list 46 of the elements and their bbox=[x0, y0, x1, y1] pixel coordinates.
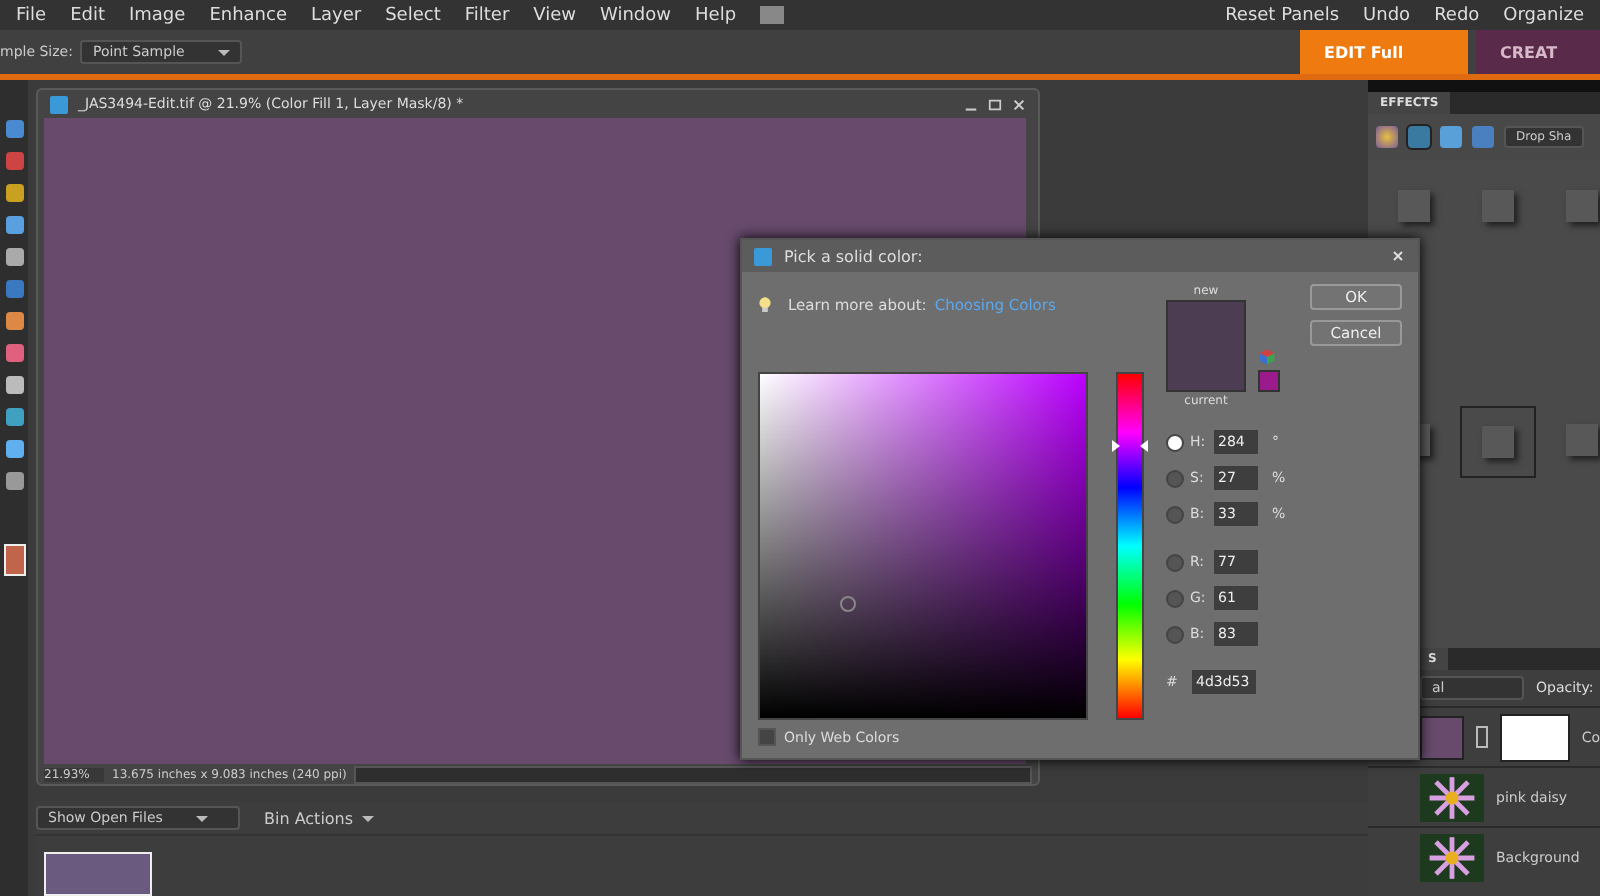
app-icon bbox=[754, 247, 772, 265]
layout-icon[interactable] bbox=[760, 6, 785, 24]
hue-spectrum-strip[interactable] bbox=[1116, 372, 1145, 720]
menu-item[interactable]: Image bbox=[129, 5, 186, 25]
toolbar-button[interactable]: Organize bbox=[1503, 5, 1584, 25]
menu-item[interactable]: Window bbox=[600, 5, 672, 25]
mode-tab[interactable]: CREAT bbox=[1476, 30, 1600, 74]
toolbar-button[interactable]: Undo bbox=[1363, 5, 1411, 25]
foreground-color-swatch[interactable] bbox=[3, 544, 25, 576]
radio-button[interactable] bbox=[1166, 505, 1184, 523]
close-icon[interactable] bbox=[1012, 97, 1026, 111]
color-marker[interactable] bbox=[840, 596, 857, 613]
bin-actions-menu[interactable]: Bin Actions bbox=[264, 809, 375, 827]
menu-item[interactable]: Layer bbox=[311, 5, 362, 25]
file-icon bbox=[50, 95, 68, 113]
color-preview-swatch bbox=[1166, 300, 1246, 392]
fill-color-thumbnail bbox=[1420, 715, 1465, 759]
toolbar-button[interactable]: Redo bbox=[1434, 5, 1480, 25]
radio-button[interactable] bbox=[1166, 433, 1184, 451]
menu-item[interactable]: View bbox=[533, 5, 577, 25]
only-web-colors-checkbox[interactable] bbox=[758, 728, 776, 746]
web-color-swatch[interactable] bbox=[1258, 370, 1280, 392]
menu-item[interactable]: Filter bbox=[464, 5, 510, 25]
menu-item[interactable]: Help bbox=[695, 5, 737, 25]
photo-placeholder[interactable] bbox=[44, 852, 152, 896]
menu-item[interactable]: Enhance bbox=[209, 5, 287, 25]
radio-button[interactable] bbox=[1166, 469, 1184, 487]
effect-thumbnail[interactable] bbox=[1460, 406, 1536, 478]
daisy-thumbnail bbox=[1420, 773, 1484, 821]
layer-mask-thumbnail bbox=[1499, 713, 1570, 761]
color-field[interactable] bbox=[758, 372, 1089, 720]
radio-button[interactable] bbox=[1166, 589, 1184, 607]
hue-marker-arrows[interactable] bbox=[1112, 439, 1149, 452]
maximize-icon[interactable] bbox=[988, 97, 1002, 111]
toolbar-button[interactable]: Reset Panels bbox=[1225, 5, 1340, 25]
daisy-thumbnail bbox=[1420, 833, 1484, 881]
radio-button[interactable] bbox=[1166, 553, 1184, 571]
menu-item[interactable]: Select bbox=[385, 5, 441, 25]
dialog-title: Pick a solid color: bbox=[784, 247, 923, 265]
horizontal-scrollbar[interactable] bbox=[354, 765, 1032, 783]
link-icon bbox=[1476, 726, 1488, 748]
close-icon[interactable] bbox=[1390, 248, 1406, 264]
radio-button[interactable] bbox=[1166, 625, 1184, 643]
menu-item[interactable]: Edit bbox=[70, 5, 105, 25]
lightbulb-icon bbox=[758, 295, 772, 313]
menu-item[interactable]: File bbox=[16, 5, 47, 25]
